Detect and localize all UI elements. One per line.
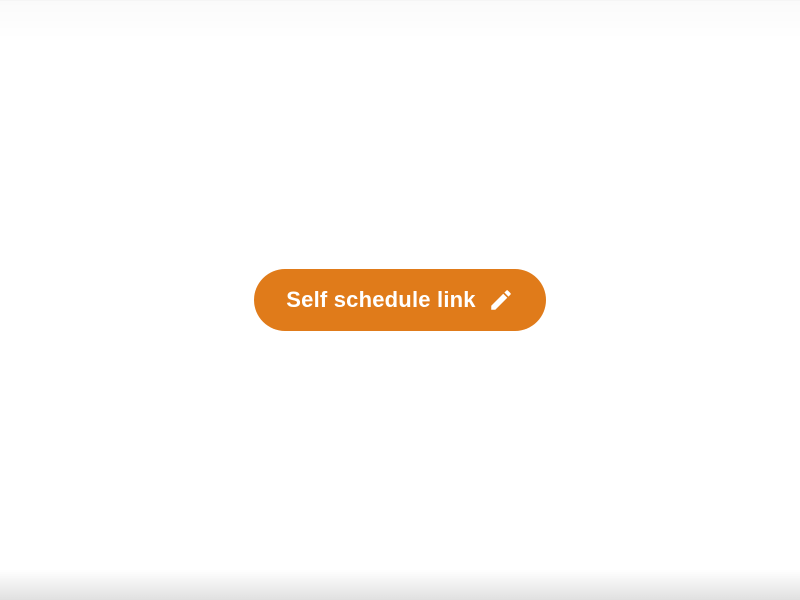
self-schedule-link-label: Self schedule link (286, 287, 475, 313)
top-edge-shadow (0, 0, 800, 40)
bottom-edge-shadow (0, 570, 800, 600)
main-container: Self schedule link (0, 0, 800, 600)
pencil-icon (488, 287, 514, 313)
self-schedule-link-button[interactable]: Self schedule link (254, 269, 545, 331)
